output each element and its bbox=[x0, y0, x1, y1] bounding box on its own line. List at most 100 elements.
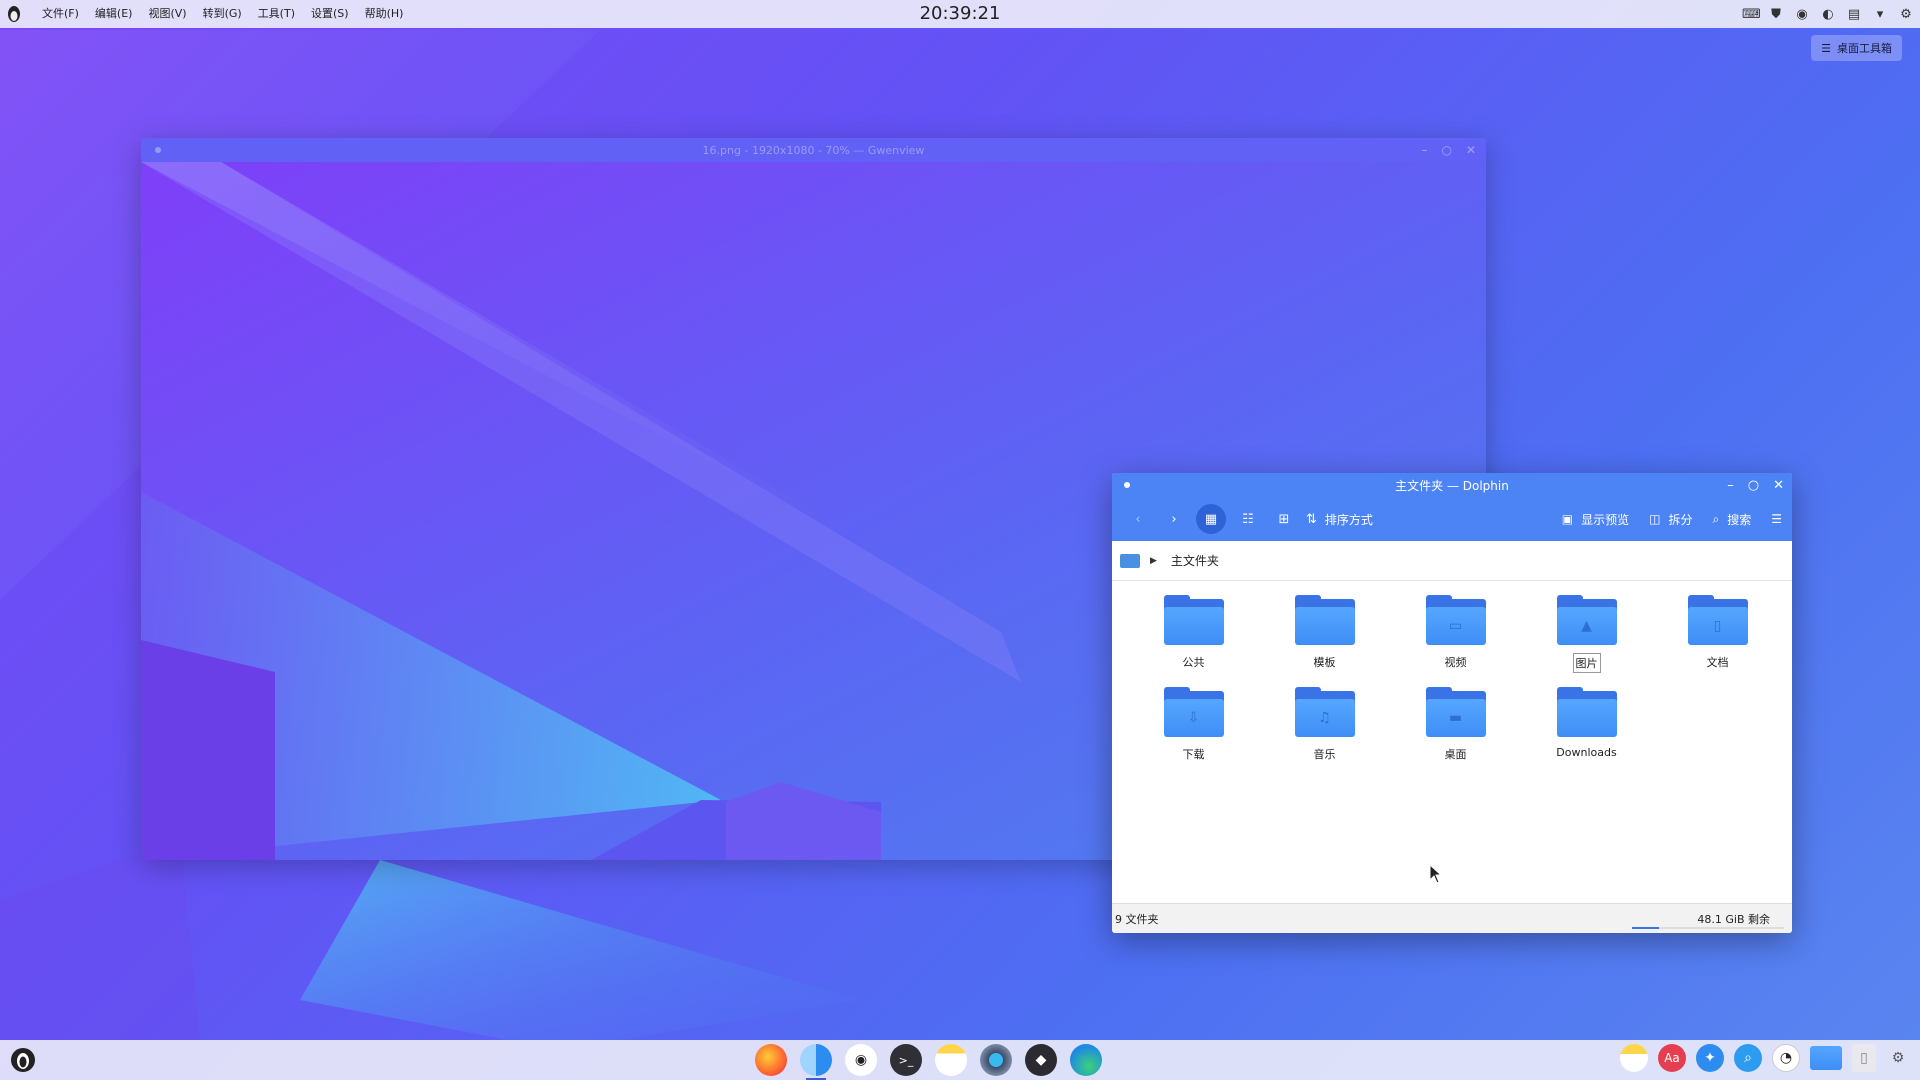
icons-view-button[interactable]: ▦ bbox=[1196, 504, 1226, 534]
keyboard-icon[interactable]: ⌨ bbox=[1742, 7, 1761, 22]
folder-item[interactable]: ⇩ 下载 bbox=[1128, 687, 1259, 763]
dolphin-titlebar[interactable]: 主文件夹 — Dolphin – ○ ✕ bbox=[1112, 473, 1792, 497]
menu-help[interactable]: 帮助(H) bbox=[357, 0, 412, 28]
hamburger-icon: ☰ bbox=[1771, 512, 1782, 526]
breadcrumb: ▶ 主文件夹 bbox=[1112, 541, 1792, 581]
folder-item[interactable]: Downloads bbox=[1521, 687, 1652, 763]
folder-label: 桌面 bbox=[1444, 748, 1467, 761]
music-folder-icon: ♫ bbox=[1294, 687, 1355, 737]
search-label: 搜索 bbox=[1727, 512, 1752, 527]
dropdown-icon[interactable]: ▾ bbox=[1872, 7, 1888, 22]
forward-button[interactable]: › bbox=[1160, 505, 1188, 533]
top-menu-bar: 文件(F) 编辑(E) 视图(V) 转到(G) 工具(T) 设置(S) 帮助(H… bbox=[0, 0, 1920, 28]
folder-item[interactable]: 公共 bbox=[1128, 595, 1259, 673]
folder-label: 音乐 bbox=[1313, 748, 1336, 761]
pictures-folder-icon: ▲ bbox=[1556, 595, 1617, 645]
preview-button[interactable]: ▣ 显示预览 bbox=[1562, 511, 1629, 528]
notes-icon[interactable] bbox=[1620, 1044, 1648, 1072]
edge-icon[interactable] bbox=[1070, 1044, 1102, 1076]
shield-icon[interactable]: ⛊ bbox=[1768, 7, 1784, 22]
minimize-icon[interactable]: – bbox=[1727, 478, 1734, 493]
back-button[interactable]: ‹ bbox=[1124, 505, 1152, 533]
image-icon: ▣ bbox=[1561, 512, 1574, 526]
clock[interactable]: 20:39:21 bbox=[920, 3, 1001, 24]
camera-icon[interactable] bbox=[980, 1044, 1012, 1076]
minimize-icon[interactable]: – bbox=[1421, 143, 1427, 157]
settings-icon[interactable]: ⚙ bbox=[1898, 7, 1914, 22]
dolphin-toolbar: ‹ › ▦ ☷ ⊞ ⇅ 排序方式 ▣ 显示预览 ◫ 拆分 ⌕ 搜索 ☰ bbox=[1112, 497, 1792, 541]
firefox-icon[interactable] bbox=[755, 1044, 787, 1076]
maximize-icon[interactable]: ○ bbox=[1441, 143, 1451, 157]
search-icon[interactable]: ⌕ bbox=[1734, 1044, 1762, 1072]
safari-icon[interactable]: ✦ bbox=[1696, 1044, 1724, 1072]
menu-settings[interactable]: 设置(S) bbox=[303, 0, 357, 28]
launcher-icon[interactable] bbox=[10, 1047, 36, 1077]
volume-icon[interactable]: ◐ bbox=[1820, 7, 1836, 22]
dolphin-title: 主文件夹 — Dolphin bbox=[1395, 478, 1509, 493]
folder-icon[interactable] bbox=[1810, 1046, 1842, 1070]
folder-item[interactable]: ♫ 音乐 bbox=[1259, 687, 1390, 763]
split-label: 拆分 bbox=[1668, 512, 1693, 527]
network-icon[interactable]: ◉ bbox=[1794, 7, 1810, 22]
status-bar: 9 文件夹 48.1 GiB 剩余 bbox=[1112, 903, 1792, 933]
window-menu-icon[interactable] bbox=[155, 147, 161, 153]
desktop-toolbox-button[interactable]: ☰ 桌面工具箱 bbox=[1811, 35, 1902, 61]
terminal-icon[interactable]: >_ bbox=[890, 1044, 922, 1076]
desktop-folder-icon: ▬ bbox=[1425, 687, 1486, 737]
notes-icon[interactable] bbox=[935, 1044, 967, 1076]
folder-grid: 公共 模板 ▭ 视频 ▲ 图片 ▯ 文档 ⇩ 下载 ♫ 音乐 ▬ 桌面 Down… bbox=[1112, 581, 1792, 777]
breadcrumb-home[interactable]: 主文件夹 bbox=[1171, 552, 1219, 569]
menu-edit[interactable]: 编辑(E) bbox=[87, 0, 141, 28]
app-menu: 文件(F) 编辑(E) 视图(V) 转到(G) 工具(T) 设置(S) 帮助(H… bbox=[34, 0, 411, 28]
folder-count: 9 文件夹 bbox=[1115, 912, 1159, 926]
close-icon[interactable]: ✕ bbox=[1773, 478, 1784, 493]
close-icon[interactable]: ✕ bbox=[1466, 143, 1476, 157]
chevron-right-icon[interactable]: ▶ bbox=[1150, 556, 1157, 566]
folder-item[interactable]: 模板 bbox=[1259, 595, 1390, 673]
trash-icon[interactable]: ▯ bbox=[1852, 1044, 1876, 1072]
maximize-icon[interactable]: ○ bbox=[1748, 478, 1759, 493]
settings-icon[interactable]: ⚙ bbox=[1886, 1044, 1910, 1072]
details-view-button[interactable]: ⊞ bbox=[1270, 505, 1298, 533]
menu-view[interactable]: 视图(V) bbox=[140, 0, 194, 28]
window-menu-icon[interactable] bbox=[1124, 482, 1130, 488]
dock-right-apps: Aa ✦ ⌕ ◔ ▯ ⚙ bbox=[1620, 1044, 1910, 1072]
folder-item[interactable]: ▭ 视频 bbox=[1390, 595, 1521, 673]
folder-label: Downloads bbox=[1556, 746, 1617, 759]
finder-icon[interactable] bbox=[800, 1044, 832, 1080]
sort-button[interactable]: ⇅ 排序方式 bbox=[1306, 505, 1373, 533]
folder-item[interactable]: ▯ 文档 bbox=[1652, 595, 1783, 673]
folder-icon bbox=[1163, 595, 1224, 645]
folder-item[interactable]: ▲ 图片 bbox=[1521, 595, 1652, 673]
gwenview-title: 16.png - 1920x1080 - 70% — Gwenview bbox=[702, 143, 925, 157]
menu-file[interactable]: 文件(F) bbox=[34, 0, 87, 28]
free-space[interactable]: 48.1 GiB 剩余 bbox=[1697, 911, 1770, 927]
split-button[interactable]: ◫ 拆分 bbox=[1649, 511, 1692, 528]
folder-label: 图片 bbox=[1572, 653, 1601, 673]
folder-label: 视频 bbox=[1444, 656, 1467, 669]
folder-icon[interactable] bbox=[1120, 553, 1140, 568]
menu-go[interactable]: 转到(G) bbox=[195, 0, 250, 28]
compact-view-button[interactable]: ☷ bbox=[1234, 505, 1262, 533]
menu-tools[interactable]: 工具(T) bbox=[250, 0, 303, 28]
tree-view-icon: ⊞ bbox=[1278, 511, 1290, 527]
folder-icon bbox=[1294, 595, 1355, 645]
sort-icon: ⇅ bbox=[1306, 511, 1317, 527]
mouse-cursor-icon bbox=[1429, 864, 1443, 884]
clipboard-icon[interactable]: ▤ bbox=[1846, 7, 1862, 22]
bottom-dock: ◉ >_ ◆ Aa ✦ ⌕ ◔ ▯ ⚙ bbox=[0, 1040, 1920, 1080]
split-icon: ◫ bbox=[1649, 512, 1661, 526]
search-icon: ⌕ bbox=[1712, 511, 1720, 526]
dolphin-window[interactable]: 主文件夹 — Dolphin – ○ ✕ ‹ › ▦ ☷ ⊞ ⇅ 排序方式 ▣ … bbox=[1112, 473, 1792, 933]
menu-icon: ☰ bbox=[1821, 41, 1831, 55]
grid-icon: ▦ bbox=[1204, 511, 1218, 527]
hamburger-menu-button[interactable]: ☰ bbox=[1771, 512, 1782, 526]
gwenview-titlebar[interactable]: 16.png - 1920x1080 - 70% — Gwenview – ○ … bbox=[141, 138, 1486, 162]
github-icon[interactable]: ◉ bbox=[845, 1044, 877, 1076]
folder-item[interactable]: ▬ 桌面 bbox=[1390, 687, 1521, 763]
system-logo-icon[interactable] bbox=[0, 0, 28, 28]
search-button[interactable]: ⌕ 搜索 bbox=[1712, 511, 1751, 528]
inkscape-icon[interactable]: ◆ bbox=[1025, 1044, 1057, 1076]
clock-icon[interactable]: ◔ bbox=[1772, 1044, 1800, 1072]
dictionary-icon[interactable]: Aa bbox=[1658, 1044, 1686, 1072]
